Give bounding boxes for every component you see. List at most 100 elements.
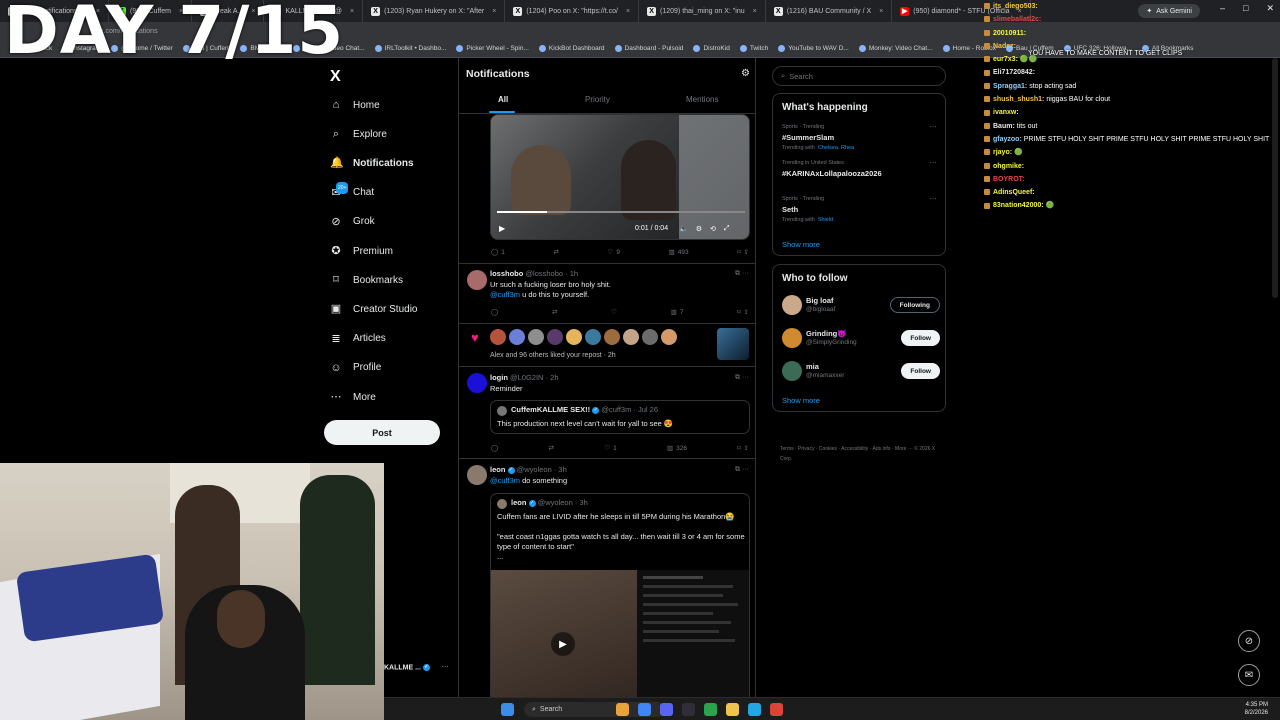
avatar[interactable] [782,361,802,381]
bookmark-item[interactable]: KickBot Dashboard [538,45,605,52]
follow-name[interactable]: Grinding😈 [806,329,847,338]
like-button[interactable]: ♡ 9 [608,248,620,257]
follow-button[interactable]: Follow [901,363,940,379]
bookmark-item[interactable]: Twitch [739,45,768,52]
reply-icon[interactable]: ◯ [491,308,498,316]
reply-button[interactable]: ◯ 1 [491,248,505,257]
views-button[interactable]: ▥ 7 [671,308,684,317]
bookmark-item[interactable]: Monkey: Video Chat... [858,45,933,52]
following-button[interactable]: Following [889,297,940,313]
trend-related-link[interactable]: Shield [818,217,833,223]
views-button[interactable]: ▥ 326 [667,444,687,453]
video-settings-icon[interactable]: ⚙ [696,225,702,233]
avatar[interactable] [782,295,802,315]
heart-icon[interactable]: ♡ [611,308,617,316]
liker-avatar[interactable] [604,329,620,345]
tab-close-icon[interactable]: × [350,8,354,15]
reposted-thumbnail[interactable] [717,328,749,360]
bookmark-item[interactable]: IRLToolkit • Dashbo... [374,45,446,52]
share-icon[interactable]: ⇪ [744,444,749,452]
sidebar-item-home[interactable]: ⌂ Home [330,96,380,114]
trend-name[interactable]: #KARINAxLollapalooza2026 [782,169,882,178]
account-switcher[interactable]: KALLME ... ✓ ··· [384,664,449,671]
more-dots-icon[interactable]: ··· [742,374,749,381]
bookmark-icon[interactable]: ⌑ [737,248,740,256]
browser-tab[interactable]: X (1216) BAU Community / X × [766,0,893,22]
show-more-link[interactable]: Show more [782,240,820,249]
liker-avatar[interactable] [585,329,601,345]
volume-icon[interactable]: 🔈 [679,225,688,233]
sidebar-item-articles[interactable]: ≣ Articles [330,330,385,348]
tab-priority[interactable]: Priority [585,95,610,104]
tab-close-icon[interactable]: × [879,8,883,15]
follow-name[interactable]: Big loaf [806,296,834,305]
chrome-icon[interactable] [638,703,651,716]
play-icon[interactable]: ▶ [551,632,575,656]
trend-more-icon[interactable]: ··· [929,122,937,131]
video-player[interactable]: ▶ 0:01 / 0:04 🔈 ⚙ ⟲ ⤢ [490,114,750,240]
quoted-post[interactable]: leon ✓ @wyoleon · 3h Cuffem fans are LIV… [490,493,750,720]
bookmark-item[interactable]: Dashboard - Pulsoid [614,45,683,52]
windows-start-icon[interactable] [501,703,514,716]
video-progress-track[interactable] [497,211,745,213]
views-button[interactable]: ▥ 493 [669,248,689,257]
user-name[interactable]: losshobo [490,269,523,278]
tab-all[interactable]: All [498,95,508,104]
sidebar-item-chat[interactable]: ✉20+ Chat [330,181,374,202]
taskbar-app-icon-green[interactable] [704,703,717,716]
liker-avatar[interactable] [528,329,544,345]
grok-icon[interactable]: ⊘ [1238,630,1260,652]
repost-icon[interactable]: ⇄ [549,444,554,452]
liker-avatar[interactable] [509,329,525,345]
tab-mentions[interactable]: Mentions [686,95,718,104]
sidebar-item-explore[interactable]: ⌕ Explore [330,125,387,143]
liker-avatar[interactable] [490,329,506,345]
quoted-post[interactable]: CuffemKALLME SEX!! ✓ @cuff3m · Jul 26 Th… [490,400,750,434]
file-explorer-icon[interactable] [726,703,739,716]
follow-button[interactable]: Follow [901,330,940,346]
discord-icon[interactable] [660,703,673,716]
tab-close-icon[interactable]: × [492,8,496,15]
sidebar-item-premium[interactable]: ✪ Premium [330,242,393,260]
page-scrollbar[interactable] [1272,58,1278,298]
bookmark-icon[interactable]: ⌑ [737,308,740,316]
trend-name[interactable]: Seth [782,205,798,214]
liker-avatar[interactable] [547,329,563,345]
sidebar-item-grok[interactable]: ⊘ Grok [330,213,374,231]
avatar[interactable] [467,270,487,290]
search-input[interactable]: ⌕ Search [772,66,946,86]
mute-icon[interactable]: ⧉ [735,270,740,277]
mute-icon[interactable]: ⧉ [735,466,740,473]
follow-name[interactable]: mia [806,362,819,371]
reply-icon[interactable]: ◯ [491,444,498,452]
mute-icon[interactable]: ⧉ [735,374,740,381]
chat-icon[interactable]: ✉ [1238,664,1260,686]
play-icon[interactable]: ▶ [499,224,505,233]
user-name[interactable]: leon [490,465,505,474]
avatar[interactable] [467,465,487,485]
tab-close-icon[interactable]: × [753,8,757,15]
more-dots-icon[interactable]: ··· [742,270,749,277]
browser-tab[interactable]: X (1203) Ryan Hukery on X: "After × [363,0,506,22]
liker-avatar[interactable] [661,329,677,345]
telegram-icon[interactable] [748,703,761,716]
bookmark-item[interactable]: DistroKid [693,45,730,52]
more-dots-icon[interactable]: ··· [442,664,449,671]
liker-avatar[interactable] [623,329,639,345]
avatar[interactable] [467,373,487,393]
sidebar-item-bookmarks[interactable]: ⌑ Bookmarks [330,271,403,289]
avatar[interactable] [782,328,802,348]
repost-button[interactable]: ⇄ [554,248,559,256]
bookmark-item[interactable]: Picker Wheel - Spin... [456,45,529,52]
trend-more-icon[interactable]: ··· [929,194,937,203]
trend-related-link[interactable]: Chelsea, Rhea [818,145,854,151]
post-button[interactable]: Post [324,420,440,445]
footer-links[interactable]: Terms · Privacy · Cookies · Accessibilit… [780,444,948,464]
chrome-profile-icon[interactable] [770,703,783,716]
follow-suggestion[interactable]: Grinding😈 @SimplyGrinding Follow [782,328,940,354]
show-more-link[interactable]: Show more [782,396,820,405]
loop-icon[interactable]: ⟲ [710,225,716,233]
taskbar-app-icon[interactable] [616,703,629,716]
sidebar-item-profile[interactable]: ☺ Profile [330,359,381,377]
repost-icon[interactable]: ⇄ [552,308,557,316]
